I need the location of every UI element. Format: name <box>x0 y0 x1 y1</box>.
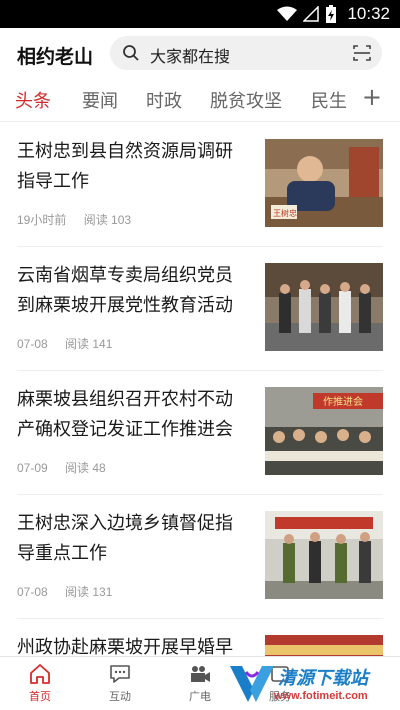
news-title: 王树忠到县自然资源局调研指导工作 <box>17 141 233 192</box>
news-meta: 07-08 阅读 141 <box>17 335 126 352</box>
news-item[interactable]: 王树忠到县自然资源局调研指导工作 19小时前 阅读 103 王树忠 <box>0 123 400 247</box>
news-title: 云南省烟草专卖局组织党员到麻栗坡开展党性教育活动 <box>17 265 233 316</box>
search-icon <box>123 45 139 61</box>
news-reads: 阅读 141 <box>65 337 113 351</box>
channel-tab-bar: 头条 要闻 时政 脱贫攻坚 民生 + <box>0 78 400 122</box>
status-bar: 10:32 <box>0 0 400 28</box>
news-title: 麻栗坡县组织召开农村不动产确权登记发证工作推进会 <box>17 389 233 440</box>
news-reads: 阅读 48 <box>65 461 106 475</box>
search-placeholder: 大家都在搜 <box>150 47 231 66</box>
add-channel-button[interactable]: + <box>362 83 382 111</box>
news-thumbnail <box>265 263 383 351</box>
news-date: 07-09 <box>17 461 48 475</box>
watermark-text: 清源下载站 <box>278 668 368 689</box>
status-icons: 10:32 <box>277 4 390 24</box>
watermark-logo-icon <box>230 666 274 702</box>
signal-icon <box>303 6 320 22</box>
nav-broadcast[interactable]: 广电 <box>175 663 225 704</box>
wifi-icon <box>277 6 298 21</box>
nav-interact[interactable]: 互动 <box>95 663 145 704</box>
video-camera-icon <box>191 666 210 682</box>
news-reads: 阅读 131 <box>65 585 113 599</box>
nameplate-text: 王树忠 <box>273 208 297 218</box>
watermark: 清源下载站 www.fotimeit.com <box>228 660 400 710</box>
news-item[interactable]: 州政协赴麻栗坡开展早婚早 <box>0 619 400 656</box>
nav-interact-label: 互动 <box>109 690 131 703</box>
banner-text: 作推进会 <box>323 395 363 408</box>
news-thumbnail <box>265 511 383 599</box>
home-icon <box>30 664 50 684</box>
news-thumbnail: 作推进会 <box>265 387 383 475</box>
news-item[interactable]: 麻栗坡县组织召开农村不动产确权登记发证工作推进会 07-09 阅读 48 作推进… <box>0 371 400 495</box>
status-time: 10:32 <box>347 4 390 23</box>
nav-broadcast-label: 广电 <box>189 690 211 703</box>
nav-home[interactable]: 首页 <box>15 663 65 704</box>
tab-important-news[interactable]: 要闻 <box>82 87 118 113</box>
news-item[interactable]: 云南省烟草专卖局组织党员到麻栗坡开展党性教育活动 07-08 阅读 141 <box>0 247 400 371</box>
tab-poverty-alleviation[interactable]: 脱贫攻坚 <box>210 87 282 113</box>
news-reads: 阅读 103 <box>83 213 132 227</box>
news-title: 王树忠深入边境乡镇督促指导重点工作 <box>17 513 233 564</box>
news-thumbnail: 王树忠 <box>265 139 383 227</box>
news-thumbnail <box>265 635 383 656</box>
news-date: 07-08 <box>17 585 48 599</box>
news-date: 19小时前 <box>17 213 67 227</box>
news-meta: 07-09 阅读 48 <box>17 459 120 476</box>
news-meta: 19小时前 阅读 103 <box>17 211 145 228</box>
tab-livelihood[interactable]: 民生 <box>311 87 347 113</box>
news-item[interactable]: 王树忠深入边境乡镇督促指导重点工作 07-08 阅读 131 <box>0 495 400 619</box>
news-meta: 07-08 阅读 131 <box>17 583 126 600</box>
chat-icon <box>110 665 130 683</box>
news-title: 州政协赴麻栗坡开展早婚早 <box>17 637 233 656</box>
app-title: 相约老山 <box>17 46 94 68</box>
scan-icon[interactable] <box>352 44 372 62</box>
battery-icon <box>326 4 337 23</box>
search-input[interactable]: 大家都在搜 <box>110 36 382 70</box>
news-date: 07-08 <box>17 337 48 351</box>
app-header: 相约老山 大家都在搜 <box>0 28 400 78</box>
nav-home-label: 首页 <box>29 690 51 703</box>
tab-headline[interactable]: 头条 <box>15 87 51 113</box>
watermark-url: www.fotimeit.com <box>274 690 368 702</box>
tab-politics[interactable]: 时政 <box>146 87 182 113</box>
